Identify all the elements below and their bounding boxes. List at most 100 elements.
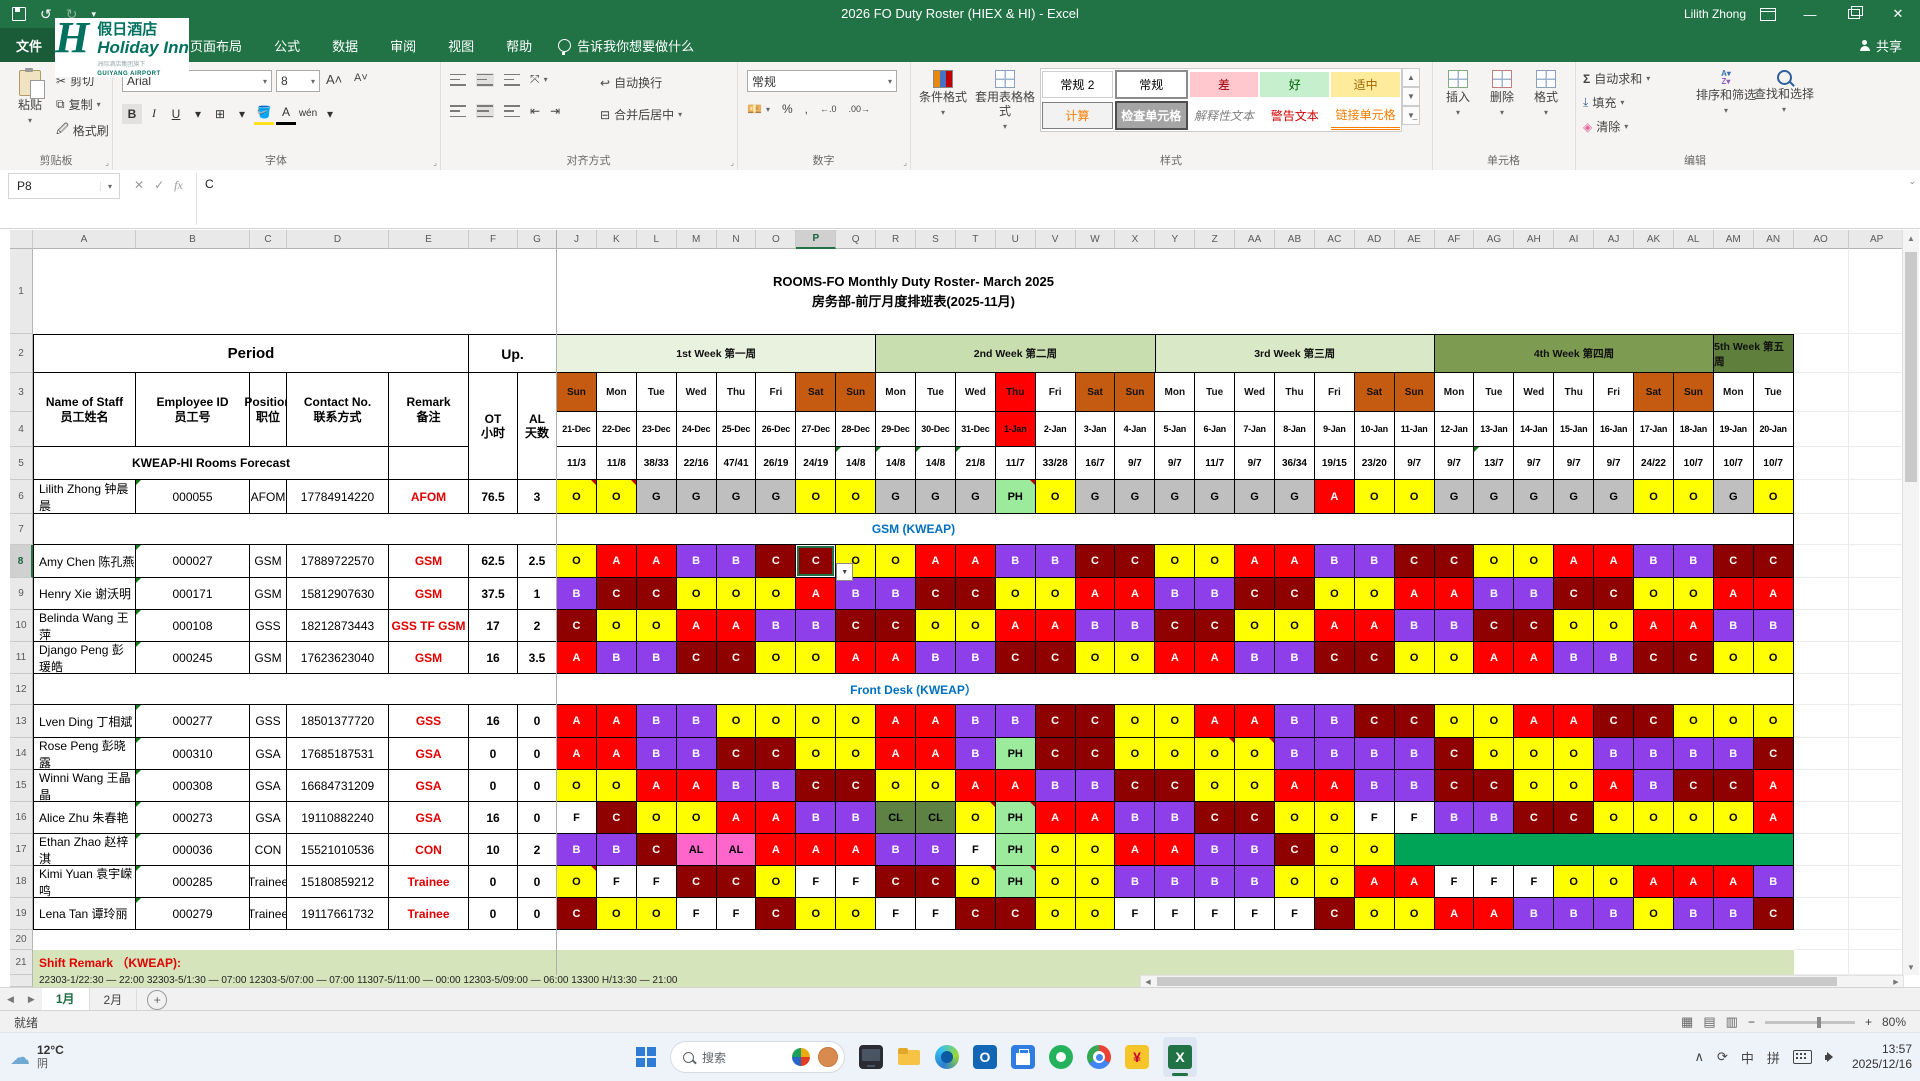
formula-input[interactable]: C — [196, 173, 1896, 225]
staff-al[interactable]: 0 — [518, 705, 557, 738]
column-header-C[interactable]: C — [250, 230, 287, 249]
style-good[interactable]: 好 — [1260, 72, 1330, 97]
staff-contact[interactable]: 15521010536 — [287, 834, 389, 866]
shift-cell-17-19[interactable]: C — [1275, 834, 1315, 866]
share-button[interactable]: 共享 — [1859, 28, 1902, 62]
shift-cell-9-19[interactable]: C — [1275, 578, 1315, 610]
date-header-30[interactable]: 19-Jan — [1713, 412, 1754, 447]
forecast-cell-14[interactable]: 16/7 — [1075, 447, 1116, 480]
shift-cell-19-14[interactable]: O — [1075, 898, 1116, 930]
finance-app-icon[interactable] — [1125, 1045, 1149, 1069]
shift-cell-19-2[interactable]: O — [596, 898, 637, 930]
shift-cell-11-30[interactable]: O — [1713, 642, 1754, 674]
shift-cell-11-7[interactable]: O — [796, 642, 837, 674]
staff-contact[interactable]: 19117661732 — [287, 898, 389, 930]
staff-al[interactable]: 3.5 — [518, 642, 557, 674]
shift-cell-18-13[interactable]: O — [1035, 866, 1076, 898]
staff-name[interactable]: Winni Wang 王晶晶 — [33, 770, 136, 802]
shift-cell-10-14[interactable]: B — [1075, 610, 1116, 642]
shift-cell-16-12[interactable]: PH — [995, 802, 1036, 834]
shift-cell-14-9[interactable]: A — [876, 738, 917, 770]
staff-position[interactable]: GSS — [250, 610, 287, 642]
formula-bar-collapse-icon[interactable]: ⌄ — [1908, 176, 1916, 187]
ime-language-indicator[interactable]: 中 — [1741, 1048, 1754, 1067]
day-header-13[interactable]: Fri — [1035, 373, 1076, 412]
staff-id[interactable]: 000285 — [136, 866, 250, 898]
shift-cell-14-10[interactable]: A — [916, 738, 956, 770]
empty-cell[interactable] — [1794, 950, 1849, 975]
staff-contact[interactable]: 19110882240 — [287, 802, 389, 834]
shift-cell-6-20[interactable]: A — [1314, 480, 1355, 514]
shift-cell-18-15[interactable]: B — [1115, 866, 1156, 898]
forecast-cell-10[interactable]: 14/8 — [916, 447, 956, 480]
shift-cell-13-23[interactable]: O — [1434, 705, 1475, 738]
shift-cell-15-12[interactable]: A — [995, 770, 1036, 802]
shift-cell-15-10[interactable]: O — [916, 770, 956, 802]
shift-cell-11-24[interactable]: A — [1474, 642, 1515, 674]
shift-cell-9-22[interactable]: A — [1394, 578, 1435, 610]
staff-position[interactable]: AFOM — [250, 480, 287, 514]
day-header-18[interactable]: Wed — [1235, 373, 1276, 412]
shift-cell-9-27[interactable]: C — [1594, 578, 1635, 610]
shift-cell-17-5[interactable]: AL — [716, 834, 757, 866]
shift-cell-18-26[interactable]: O — [1554, 866, 1595, 898]
shift-cell-14-27[interactable]: B — [1594, 738, 1635, 770]
shift-cell-14-16[interactable]: O — [1155, 738, 1196, 770]
shift-cell-17-17[interactable]: B — [1195, 834, 1236, 866]
shift-cell-11-31[interactable]: O — [1753, 642, 1794, 674]
row-header-16[interactable]: 16 — [10, 802, 33, 834]
column-header-AI[interactable]: AI — [1554, 230, 1595, 249]
shift-cell-19-1[interactable]: C — [557, 898, 597, 930]
shift-cell-10-24[interactable]: C — [1474, 610, 1515, 642]
shift-cell-16-21[interactable]: F — [1354, 802, 1395, 834]
day-header-3[interactable]: Tue — [636, 373, 677, 412]
staff-contact[interactable]: 15180859212 — [287, 866, 389, 898]
shift-cell-11-8[interactable]: A — [836, 642, 877, 674]
empty-cell[interactable] — [1848, 447, 1906, 480]
shift-cell-18-14[interactable]: O — [1075, 866, 1116, 898]
shift-cell-18-12[interactable]: PH — [995, 866, 1036, 898]
row-header-x[interactable] — [10, 975, 33, 987]
shift-cell-16-15[interactable]: B — [1115, 802, 1156, 834]
column-header-B[interactable]: B — [136, 230, 250, 249]
scroll-down-icon[interactable]: ▼ — [1903, 959, 1919, 975]
staff-remark[interactable]: GSA — [389, 802, 469, 834]
shift-cell-14-19[interactable]: B — [1275, 738, 1315, 770]
shift-cell-8-23[interactable]: C — [1434, 545, 1475, 578]
date-header-28[interactable]: 17-Jan — [1634, 412, 1674, 447]
shift-cell-13-6[interactable]: O — [756, 705, 797, 738]
row-header-2[interactable]: 2 — [10, 334, 33, 373]
staff-position[interactable]: Trainee — [250, 866, 287, 898]
shift-cell-14-4[interactable]: B — [676, 738, 717, 770]
staff-al[interactable]: 0 — [518, 738, 557, 770]
date-header-9[interactable]: 29-Dec — [876, 412, 917, 447]
shift-cell-10-8[interactable]: C — [836, 610, 877, 642]
shift-cell-9-29[interactable]: O — [1673, 578, 1714, 610]
name-box[interactable]: P8 ▾ — [8, 173, 120, 199]
grow-font-button[interactable]: A˄ — [326, 72, 342, 87]
shift-cell-15-2[interactable]: O — [596, 770, 637, 802]
staff-name[interactable]: Alice Zhu 朱春艳 — [33, 802, 136, 834]
empty-cell[interactable] — [1794, 249, 1849, 334]
shift-cell-10-26[interactable]: O — [1554, 610, 1595, 642]
shift-cell-19-8[interactable]: O — [836, 898, 877, 930]
shift-cell-11-21[interactable]: C — [1354, 642, 1395, 674]
shift-cell-16-18[interactable]: C — [1235, 802, 1276, 834]
shift-cell-15-11[interactable]: A — [955, 770, 996, 802]
staff-remark[interactable]: AFOM — [389, 480, 469, 514]
taskbar-app-desktop-icon[interactable] — [859, 1045, 883, 1069]
shift-cell-13-21[interactable]: C — [1354, 705, 1395, 738]
scroll-right-icon[interactable]: ▶ — [1889, 976, 1903, 987]
shift-cell-14-17[interactable]: O — [1195, 738, 1236, 770]
shift-cell-16-13[interactable]: A — [1035, 802, 1076, 834]
number-dialog-launcher[interactable]: ⌟ — [903, 158, 907, 167]
column-header-P[interactable]: P — [796, 230, 837, 249]
shift-cell-19-20[interactable]: C — [1314, 898, 1355, 930]
staff-al[interactable]: 0 — [518, 898, 557, 930]
shift-cell-17-3[interactable]: C — [636, 834, 677, 866]
tab-review[interactable]: 审阅 — [374, 28, 432, 62]
insert-cells-button[interactable]: 插入 ▾ — [1438, 70, 1478, 117]
staff-al[interactable]: 3 — [518, 480, 557, 514]
staff-name[interactable]: Lven Ding 丁相斌 — [33, 705, 136, 738]
shift-cell-16-9[interactable]: CL — [876, 802, 917, 834]
